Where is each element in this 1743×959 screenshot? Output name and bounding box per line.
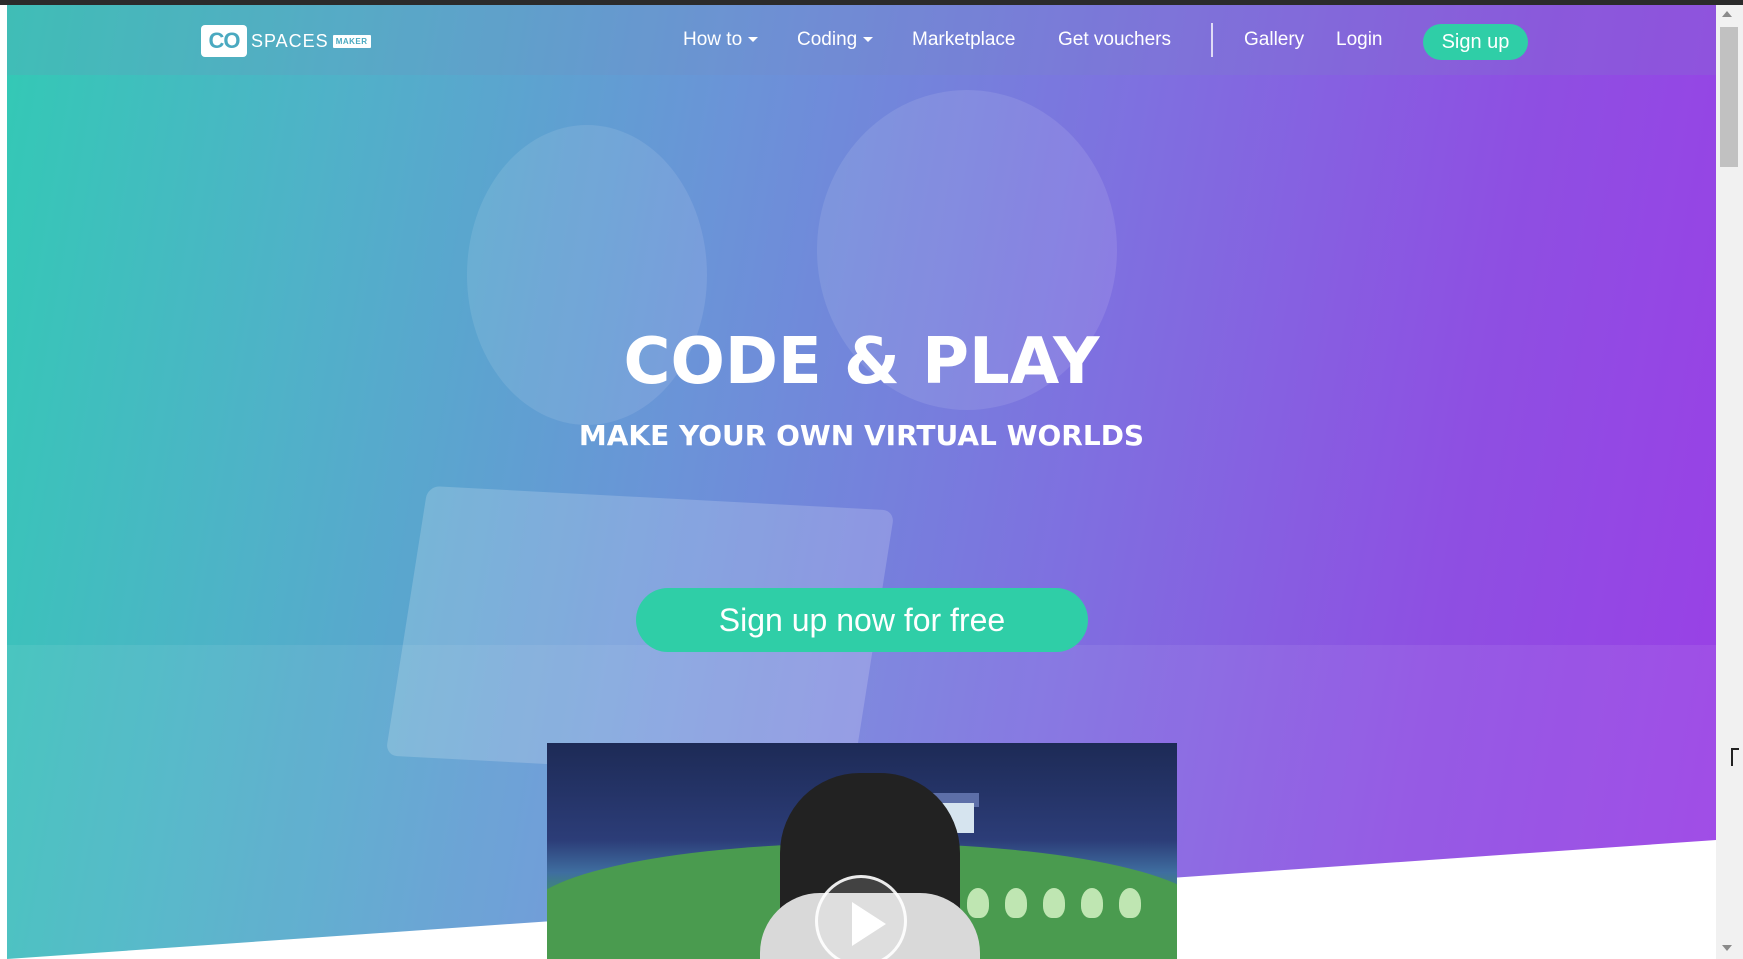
logo-mark: CO (201, 25, 247, 57)
hero-headline: CODE & PLAY (623, 325, 1100, 399)
video-scene-tree (1119, 888, 1141, 918)
logo-maker-tag: MAKER (332, 34, 371, 48)
nav-coding-dropdown[interactable]: Coding (797, 29, 874, 51)
signup-free-button[interactable]: Sign up now for free (636, 588, 1088, 652)
mouse-cursor-icon (1731, 748, 1739, 766)
cospaces-logo[interactable]: CO SPACES MAKER (201, 25, 371, 57)
video-scene-tree (967, 888, 989, 918)
video-scene-tree (1081, 888, 1103, 918)
caret-down-icon (748, 37, 759, 43)
nav-gallery-link[interactable]: Gallery (1244, 29, 1304, 51)
page-scrollbar[interactable] (1716, 5, 1743, 959)
intro-video-player[interactable] (547, 743, 1177, 959)
scroll-down-arrow-icon[interactable] (1722, 945, 1732, 951)
nav-signup-button[interactable]: Sign up (1423, 24, 1528, 60)
window-left-edge (0, 5, 7, 959)
play-icon[interactable] (815, 875, 907, 959)
nav-marketplace-link[interactable]: Marketplace (912, 29, 1016, 51)
video-scene-tree (1005, 888, 1027, 918)
nav-divider (1211, 23, 1213, 57)
nav-howto-dropdown[interactable]: How to (683, 29, 759, 51)
nav-login-link[interactable]: Login (1336, 29, 1383, 51)
logo-wordmark: SPACES (251, 30, 329, 51)
caret-down-icon (863, 37, 874, 43)
nav-howto-label: How to (683, 29, 743, 50)
page-viewport: CO SPACES MAKER How to Coding Marketplac… (7, 5, 1716, 959)
nav-vouchers-link[interactable]: Get vouchers (1058, 29, 1171, 51)
video-scene-tree (1043, 888, 1065, 918)
hero-subheadline: MAKE YOUR OWN VIRTUAL WORLDS (578, 419, 1145, 452)
scrollbar-thumb[interactable] (1720, 27, 1738, 167)
nav-coding-label: Coding (797, 29, 858, 50)
scroll-up-arrow-icon[interactable] (1722, 11, 1732, 17)
top-navigation: CO SPACES MAKER How to Coding Marketplac… (7, 5, 1716, 75)
